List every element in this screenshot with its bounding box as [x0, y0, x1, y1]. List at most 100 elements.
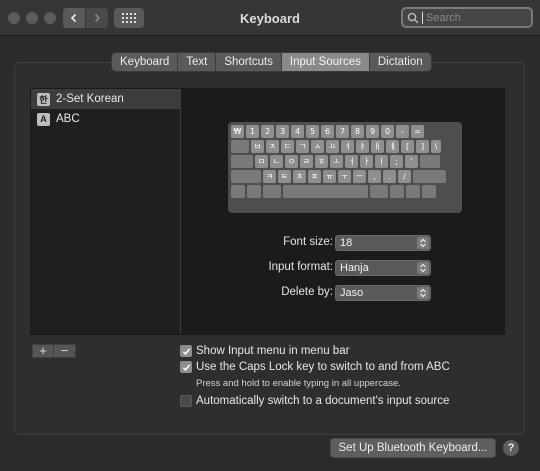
auto-switch-option[interactable]: Automatically switch to a document's inp…: [180, 395, 449, 407]
abc-input-icon: A: [37, 112, 50, 126]
font-size-label: Font size:: [283, 236, 333, 248]
keyboard-key: 6: [321, 125, 334, 138]
keyboard-key: ,: [368, 170, 381, 183]
keyboard-key: 8: [351, 125, 364, 138]
caps-lock-option[interactable]: Use the Caps Lock key to switch to and f…: [180, 361, 450, 373]
tab-keyboard[interactable]: Keyboard: [112, 53, 179, 71]
keyboard-key-blank: [231, 140, 249, 153]
keyboard-key: ㅕ: [341, 140, 354, 153]
keyboard-key-blank: [406, 185, 420, 198]
keyboard-key: ㄴ: [270, 155, 283, 168]
keyboard-key: [: [401, 140, 414, 153]
korean-input-icon: 한: [37, 92, 50, 106]
keyboard-key: 2: [261, 125, 274, 138]
keyboard-key: ㅐ: [371, 140, 384, 153]
keyboard-key: ;: [390, 155, 403, 168]
auto-switch-checkbox[interactable]: [180, 395, 192, 407]
delete-by-row: Delete by: Jaso: [182, 285, 504, 301]
keyboard-key-blank: [420, 155, 440, 168]
show-input-menu-checkbox[interactable]: [180, 345, 192, 357]
keyboard-key: ㅡ: [353, 170, 366, 183]
keyboard-key: ㅍ: [308, 170, 321, 183]
input-sources-box: 한 2-Set Korean A ABC ₩1 2 3 4 5 6 7 8 9 0- = ㅂㅈㄷㄱㅅㅛ…: [30, 88, 505, 335]
keyboard-key: 3: [276, 125, 289, 138]
keyboard-key: /: [398, 170, 411, 183]
keyboard-key: \: [431, 140, 441, 153]
input-format-select[interactable]: Hanja: [335, 260, 431, 276]
keyboard-key: ㄱ: [296, 140, 309, 153]
keyboard-key: ㄹ: [300, 155, 313, 168]
search-field[interactable]: [401, 7, 533, 28]
keyboard-row: ₩1 2 3 4 5 6 7 8 9 0- =: [231, 125, 459, 138]
keyboard-row: ㅋㅌㅊㅍㅠㅜㅡ,. /: [231, 170, 459, 183]
input-format-row: Input format: Hanja: [182, 260, 504, 276]
tab-dictation[interactable]: Dictation: [370, 53, 431, 71]
add-input-source-button[interactable]: +: [32, 344, 54, 358]
keyboard-key: 9: [366, 125, 379, 138]
keyboard-key: ㅗ: [330, 155, 343, 168]
keyboard-key: 0: [381, 125, 394, 138]
checkmark-icon: [182, 347, 190, 355]
keyboard-key-blank: [231, 185, 245, 198]
keyboard-key: 7: [336, 125, 349, 138]
input-source-list[interactable]: 한 2-Set Korean A ABC: [31, 89, 181, 334]
checkmark-icon: [182, 363, 190, 371]
keyboard-key: ₩: [231, 125, 244, 138]
keyboard-key: ㅇ: [285, 155, 298, 168]
keyboard-row: ㅂㅈㄷㄱㅅㅛㅕㅑㅐㅔ[] \: [231, 140, 459, 153]
keyboard-key-blank: [390, 185, 404, 198]
keyboard-key: ㅅ: [311, 140, 324, 153]
help-button[interactable]: ?: [503, 440, 519, 456]
list-item-2-set-korean[interactable]: 한 2-Set Korean: [31, 89, 180, 109]
font-size-select[interactable]: 18: [335, 235, 431, 251]
remove-input-source-button[interactable]: −: [54, 344, 76, 358]
input-format-label: Input format:: [268, 261, 333, 273]
keyboard-key: -: [396, 125, 409, 138]
font-size-value: 18: [340, 237, 353, 249]
chevron-up-down-icon: [417, 262, 429, 274]
list-item-label: 2-Set Korean: [56, 93, 124, 105]
setup-bluetooth-keyboard-button[interactable]: Set Up Bluetooth Keyboard...: [330, 438, 496, 458]
keyboard-key: 1: [246, 125, 259, 138]
caps-lock-checkbox[interactable]: [180, 361, 192, 373]
keyboard-key-blank: [422, 185, 436, 198]
search-input[interactable]: [426, 11, 526, 24]
keyboard-layout-preview: ₩1 2 3 4 5 6 7 8 9 0- = ㅂㅈㄷㄱㅅㅛㅕㅑㅐㅔ[] \ ㅁㄴㅇㄹㅎㅗㅓㅏㅣ; ' ㅋㅌㅊ…: [228, 122, 462, 213]
keyboard-key: ㅋ: [263, 170, 276, 183]
keyboard-key: ': [405, 155, 418, 168]
show-input-menu-option[interactable]: Show Input menu in menu bar: [180, 345, 349, 357]
list-add-remove-controls: + −: [32, 344, 76, 358]
keyboard-row: [231, 185, 459, 198]
keyboard-key: =: [411, 125, 424, 138]
search-icon: [407, 12, 419, 24]
tab-bar: Keyboard Text Shortcuts Input Sources Di…: [111, 52, 432, 72]
caps-lock-note: Press and hold to enable typing in all u…: [196, 378, 401, 389]
delete-by-label: Delete by:: [281, 286, 333, 298]
keyboard-key-blank: [413, 170, 446, 183]
delete-by-select[interactable]: Jaso: [335, 285, 431, 301]
tab-shortcuts[interactable]: Shortcuts: [216, 53, 282, 71]
input-source-detail: ₩1 2 3 4 5 6 7 8 9 0- = ㅂㅈㄷㄱㅅㅛㅕㅑㅐㅔ[] \ ㅁㄴㅇㄹㅎㅗㅓㅏㅣ; ' ㅋㅌㅊ…: [182, 89, 504, 334]
keyboard-key: ㅈ: [266, 140, 279, 153]
keyboard-key: ㅑ: [356, 140, 369, 153]
keyboard-key: .: [383, 170, 396, 183]
title-bar: Keyboard: [0, 0, 540, 36]
input-format-value: Hanja: [340, 262, 369, 274]
keyboard-key: ㅏ: [360, 155, 373, 168]
font-size-row: Font size: 18: [182, 235, 504, 251]
keyboard-key: ]: [416, 140, 429, 153]
keyboard-key-blank: [370, 185, 388, 198]
keyboard-key-blank: [263, 185, 281, 198]
text-caret: [422, 11, 423, 24]
keyboard-row: ㅁㄴㅇㄹㅎㅗㅓㅏㅣ; ': [231, 155, 459, 168]
tab-input-sources[interactable]: Input Sources: [281, 53, 370, 71]
keyboard-key: ㅂ: [251, 140, 264, 153]
delete-by-value: Jaso: [340, 287, 364, 299]
keyboard-key: 5: [306, 125, 319, 138]
auto-switch-label: Automatically switch to a document's inp…: [196, 395, 450, 407]
keyboard-key: ㅜ: [338, 170, 351, 183]
keyboard-key-blank: [231, 155, 253, 168]
keyboard-key: ㄷ: [281, 140, 294, 153]
tab-text[interactable]: Text: [178, 53, 217, 71]
list-item-abc[interactable]: A ABC: [31, 109, 180, 129]
